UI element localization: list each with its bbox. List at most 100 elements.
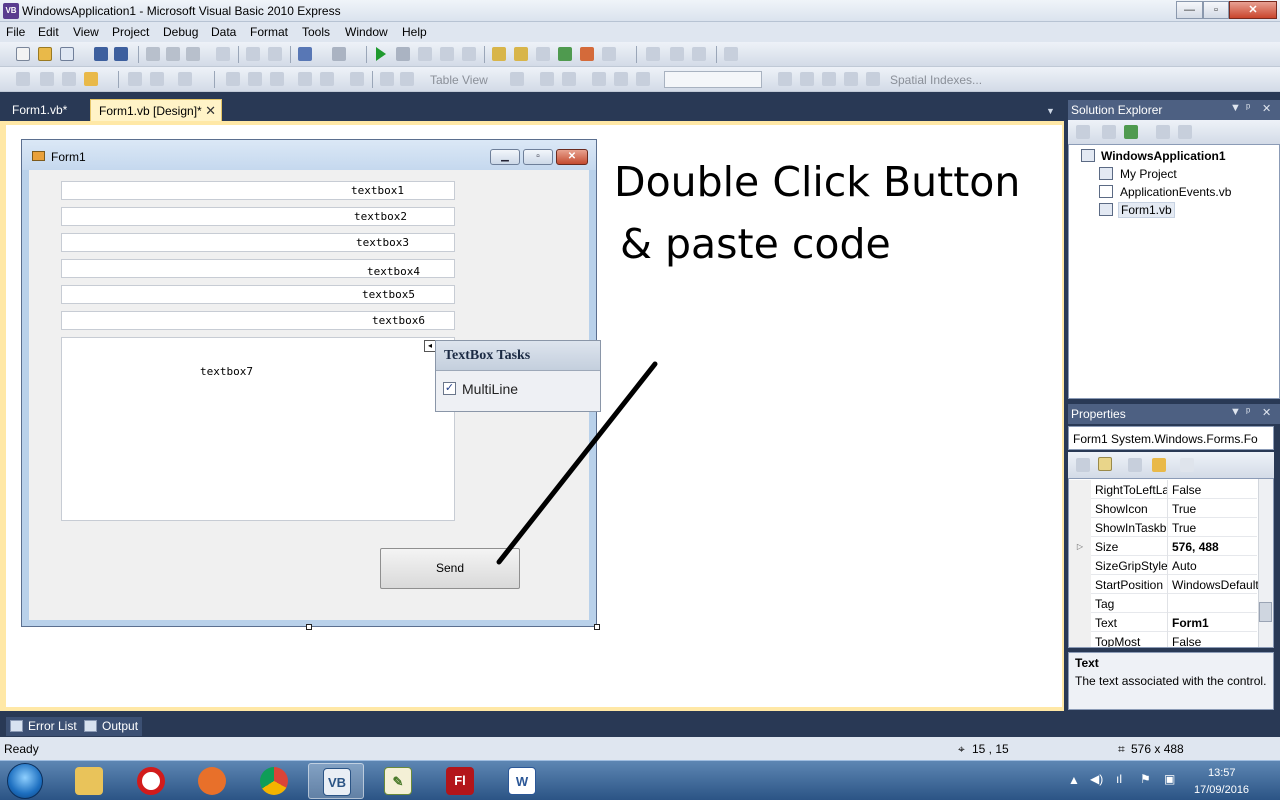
pane-dropdown-icon[interactable]: ▼ (1230, 102, 1241, 114)
project-node[interactable]: WindowsApplication1 (1101, 149, 1226, 163)
clock-time[interactable]: 13:57 (1208, 767, 1236, 779)
menu-file[interactable]: File (6, 25, 25, 39)
prop-value[interactable]: False (1172, 483, 1260, 497)
view-icon[interactable] (822, 72, 836, 86)
window-icon[interactable] (670, 47, 684, 61)
prop-value[interactable]: Form1 (1172, 616, 1260, 630)
prop-value[interactable]: 576, 488 (1172, 540, 1260, 554)
menu-view[interactable]: View (73, 25, 99, 39)
menu-help[interactable]: Help (402, 25, 427, 39)
taskbar-opera[interactable] (123, 763, 179, 799)
lock-icon[interactable] (84, 72, 98, 86)
prop-row[interactable]: SizeGripStyle Auto (1069, 556, 1257, 575)
applicationevents-node[interactable]: ApplicationEvents.vb (1120, 185, 1231, 199)
redo-icon[interactable] (332, 47, 346, 61)
tab-form1-code[interactable]: Form1.vb* (4, 99, 86, 121)
resize-handle-bottom[interactable] (306, 624, 312, 630)
spatial-icon[interactable] (866, 72, 880, 86)
add-item-icon[interactable] (60, 47, 74, 61)
tab-form1-design[interactable]: Form1.vb [Design]* ✕ (90, 99, 222, 121)
diagram-icon[interactable] (778, 72, 792, 86)
prop-row[interactable]: ShowInTaskb True (1069, 518, 1257, 537)
order-icon[interactable] (248, 72, 262, 86)
prop-value[interactable]: True (1172, 521, 1260, 535)
multiline-label[interactable]: MultiLine (462, 381, 518, 397)
events-icon[interactable] (1152, 458, 1166, 472)
send-button[interactable]: Send (380, 548, 520, 589)
taskbar-explorer[interactable] (61, 763, 117, 799)
customize-icon[interactable] (724, 47, 738, 61)
taskbar-chrome[interactable] (246, 763, 302, 799)
taskbar-word[interactable]: W (494, 763, 550, 799)
categorized-icon[interactable] (1076, 458, 1090, 472)
output-icon[interactable] (602, 47, 616, 61)
start-debugging-icon[interactable] (376, 47, 386, 61)
error-list-icon[interactable] (580, 47, 594, 61)
uncomment-icon[interactable] (268, 47, 282, 61)
resize-handle-corner[interactable] (594, 624, 600, 630)
menu-edit[interactable]: Edit (38, 25, 59, 39)
minimize-button[interactable]: — (1176, 1, 1203, 19)
textbox2[interactable]: textbox2 (61, 207, 455, 226)
prop-value[interactable]: Auto (1172, 559, 1260, 573)
prop-value[interactable]: False (1172, 635, 1260, 647)
columns-icon[interactable] (614, 72, 628, 86)
prop-row[interactable]: TopMost False (1069, 632, 1260, 647)
error-list-tab[interactable]: Error List (6, 717, 81, 736)
textbox1[interactable]: textbox1 (61, 181, 455, 200)
prop-value[interactable]: WindowsDefault (1172, 578, 1260, 592)
properties-dropdown-icon[interactable]: ▼ (1230, 406, 1241, 418)
properties-close-icon[interactable]: ✕ (1262, 406, 1271, 419)
bring-front-icon[interactable] (270, 72, 284, 86)
properties-object-selector[interactable]: Form1 System.Windows.Forms.Fo (1068, 426, 1274, 450)
pin-icon[interactable]: ᵖ (1246, 102, 1250, 114)
refresh-icon[interactable] (1124, 125, 1138, 139)
comment-icon[interactable] (246, 47, 260, 61)
taskbar-visual-basic[interactable]: VB (308, 763, 364, 799)
table-icon[interactable] (800, 72, 814, 86)
distribute-icon[interactable] (40, 72, 54, 86)
start-button[interactable] (7, 763, 43, 799)
form-minimize-button[interactable]: ▁ (490, 149, 520, 165)
multiline-checkbox[interactable]: ✓ (443, 382, 456, 395)
menu-format[interactable]: Format (250, 25, 288, 39)
taskbar-flash[interactable]: Fl (432, 763, 488, 799)
prop-row[interactable]: ShowIcon True (1069, 499, 1257, 518)
show-all-files-icon[interactable] (1102, 125, 1116, 139)
toolbar-combo[interactable] (664, 71, 762, 88)
properties-icon[interactable] (514, 47, 528, 61)
close-tab-icon[interactable]: ✕ (205, 103, 216, 119)
textbox5[interactable]: textbox5 (61, 285, 455, 304)
property-pages-icon[interactable] (1180, 458, 1194, 472)
form-maximize-button[interactable]: ▫ (523, 149, 553, 165)
view-code-icon[interactable] (1156, 125, 1170, 139)
prop-value[interactable]: True (1172, 502, 1260, 516)
close-button[interactable]: ✕ (1229, 1, 1277, 19)
xml-indexes-icon[interactable] (592, 72, 606, 86)
prop-row[interactable]: StartPosition WindowsDefault (1069, 575, 1260, 594)
pane-close-icon[interactable]: ✕ (1262, 102, 1271, 115)
view-designer-icon[interactable] (1178, 125, 1192, 139)
cut-icon[interactable] (146, 47, 160, 61)
maximize-button[interactable]: ▫ (1203, 1, 1229, 19)
find-icon[interactable] (216, 47, 230, 61)
menu-project[interactable]: Project (112, 25, 149, 39)
my-project-node[interactable]: My Project (1120, 167, 1177, 181)
object-browser-icon[interactable] (558, 47, 572, 61)
table-view-dropdown[interactable]: Table View (430, 73, 488, 87)
toolbox-icon[interactable] (536, 47, 550, 61)
language-icon[interactable]: ▣ (1164, 772, 1175, 786)
prop-row[interactable]: RightToLeftLa False (1069, 480, 1257, 499)
show-hidden-icons-icon[interactable]: ▲ (1068, 773, 1080, 787)
save-all-icon[interactable] (114, 47, 128, 61)
keys-icon[interactable] (636, 72, 650, 86)
menu-debug[interactable]: Debug (163, 25, 198, 39)
spacing-icon[interactable] (178, 72, 192, 86)
textbox3[interactable]: textbox3 (61, 233, 455, 252)
new-project-icon[interactable] (16, 47, 30, 61)
fulltext-icon[interactable] (844, 72, 858, 86)
navigate-icon[interactable] (646, 47, 660, 61)
action-center-icon[interactable]: ⚑ (1140, 772, 1151, 786)
align-icon[interactable] (16, 72, 30, 86)
properties-view-icon[interactable] (1128, 458, 1142, 472)
